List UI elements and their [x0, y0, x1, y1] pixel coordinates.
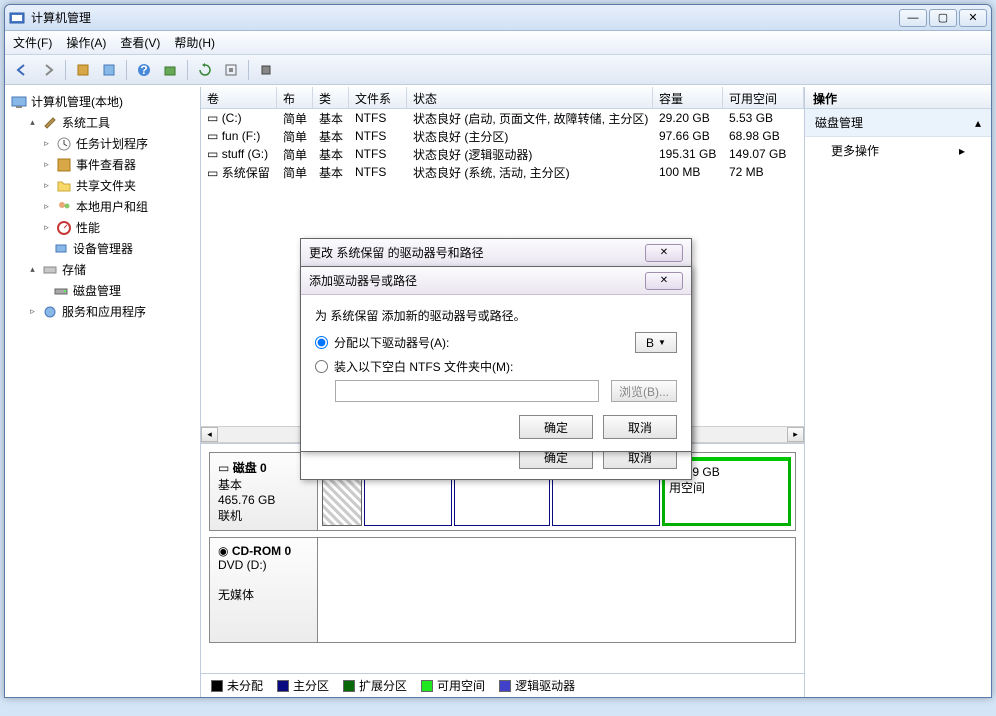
chevron-down-icon: ▼	[658, 338, 666, 347]
window-title: 计算机管理	[31, 9, 899, 26]
table-row[interactable]: ▭ stuff (G:)简单基本NTFS状态良好 (逻辑驱动器)195.31 G…	[201, 145, 804, 163]
col-layout[interactable]: 布局	[277, 87, 313, 108]
browse-button: 浏览(B)...	[611, 380, 677, 402]
actions-panel: 操作 磁盘管理▴ 更多操作▸	[805, 87, 991, 697]
legend: 未分配 主分区 扩展分区 可用空间 逻辑驱动器	[201, 673, 804, 697]
col-free[interactable]: 可用空间	[723, 87, 804, 108]
col-status[interactable]: 状态	[407, 87, 653, 108]
toolbar-icon-1[interactable]	[72, 59, 94, 81]
dialog2-ok-button[interactable]: 确定	[519, 415, 593, 439]
back-button[interactable]	[11, 59, 33, 81]
drive-letter-select[interactable]: B▼	[635, 332, 677, 353]
assign-letter-radio[interactable]	[315, 336, 328, 349]
add-drive-letter-dialog: 添加驱动器号或路径 ✕ 为 系统保留 添加新的驱动器号或路径。 分配以下驱动器号…	[300, 266, 692, 452]
col-fs[interactable]: 文件系统	[349, 87, 407, 108]
help-icon[interactable]: ?	[133, 59, 155, 81]
scroll-right-icon[interactable]: ▸	[787, 427, 804, 442]
close-button[interactable]: ✕	[959, 9, 987, 27]
mount-folder-radio[interactable]	[315, 360, 328, 373]
refresh-icon[interactable]	[194, 59, 216, 81]
chevron-right-icon: ▸	[959, 144, 965, 158]
tree-storage[interactable]: ▴存储	[5, 259, 200, 280]
computer-icon	[11, 94, 27, 110]
caret-right-icon: ▹	[41, 201, 52, 212]
dialog1-close-button[interactable]: ✕	[645, 244, 683, 262]
tree-scheduler[interactable]: ▹任务计划程序	[5, 133, 200, 154]
caret-right-icon: ▹	[41, 222, 52, 233]
dialog1-titlebar[interactable]: 更改 系统保留 的驱动器号和路径 ✕	[301, 239, 691, 267]
svg-text:?: ?	[140, 63, 147, 77]
dialog2-close-button[interactable]: ✕	[645, 272, 683, 290]
users-icon	[56, 199, 72, 215]
col-volume[interactable]: 卷	[201, 87, 277, 108]
drive-icon: ▭	[207, 166, 218, 180]
app-icon	[9, 10, 25, 26]
caret-right-icon: ▹	[41, 180, 52, 191]
event-icon	[56, 157, 72, 173]
device-icon	[53, 241, 69, 257]
volume-list: ▭ (C:)简单基本NTFS状态良好 (启动, 页面文件, 故障转储, 主分区)…	[201, 109, 804, 181]
menu-help[interactable]: 帮助(H)	[174, 34, 215, 51]
toolbar-icon-4[interactable]	[220, 59, 242, 81]
dialog2-cancel-button[interactable]: 取消	[603, 415, 677, 439]
tree-diskmgmt[interactable]: 磁盘管理	[5, 280, 200, 301]
tree-root[interactable]: 计算机管理(本地)	[5, 91, 200, 112]
titlebar[interactable]: 计算机管理 — ▢ ✕	[5, 5, 991, 31]
folder-icon	[56, 178, 72, 194]
toolbar-icon-3[interactable]	[159, 59, 181, 81]
menu-action[interactable]: 操作(A)	[66, 34, 106, 51]
scroll-left-icon[interactable]: ◂	[201, 427, 218, 442]
tree-shared[interactable]: ▹共享文件夹	[5, 175, 200, 196]
cdrom-icon: ◉	[218, 544, 228, 558]
drive-icon: ▭	[207, 129, 218, 143]
caret-down-icon: ▴	[27, 264, 38, 275]
col-capacity[interactable]: 容量	[653, 87, 723, 108]
menu-file[interactable]: 文件(F)	[13, 34, 52, 51]
tree-users[interactable]: ▹本地用户和组	[5, 196, 200, 217]
navigation-tree: 计算机管理(本地) ▴系统工具 ▹任务计划程序 ▹事件查看器 ▹共享文件夹 ▹本…	[5, 87, 201, 697]
maximize-button[interactable]: ▢	[929, 9, 957, 27]
tree-eventviewer[interactable]: ▹事件查看器	[5, 154, 200, 175]
disk-row-cdrom[interactable]: ◉ CD-ROM 0 DVD (D:) 无媒体	[209, 537, 796, 643]
toolbar-icon-5[interactable]	[255, 59, 277, 81]
tree-perf[interactable]: ▹性能	[5, 217, 200, 238]
tree-services[interactable]: ▹服务和应用程序	[5, 301, 200, 322]
caret-right-icon: ▹	[27, 306, 38, 317]
menu-view[interactable]: 查看(V)	[120, 34, 160, 51]
table-row[interactable]: ▭ 系统保留简单基本NTFS状态良好 (系统, 活动, 主分区)100 MB72…	[201, 163, 804, 181]
actions-diskmgmt[interactable]: 磁盘管理▴	[805, 109, 991, 137]
tree-devmgr[interactable]: 设备管理器	[5, 238, 200, 259]
disk-icon	[53, 283, 69, 299]
col-type[interactable]: 类型	[313, 87, 349, 108]
toolbar: ?	[5, 55, 991, 85]
table-row[interactable]: ▭ (C:)简单基本NTFS状态良好 (启动, 页面文件, 故障转储, 主分区)…	[201, 109, 804, 127]
disk-graphical-view: ▭ 磁盘 0 基本 465.76 GB 联机 43.49 GB 用空间	[201, 443, 804, 697]
minimize-button[interactable]: —	[899, 9, 927, 27]
cdrom-header: ◉ CD-ROM 0 DVD (D:) 无媒体	[210, 538, 318, 642]
forward-button[interactable]	[37, 59, 59, 81]
drive-icon: ▭	[207, 111, 218, 125]
menubar: 文件(F) 操作(A) 查看(V) 帮助(H)	[5, 31, 991, 55]
services-icon	[42, 304, 58, 320]
mount-path-input	[335, 380, 599, 402]
actions-header: 操作	[805, 87, 991, 109]
tools-icon	[42, 115, 58, 131]
toolbar-icon-2[interactable]	[98, 59, 120, 81]
table-row[interactable]: ▭ fun (F:)简单基本NTFS状态良好 (主分区)97.66 GB68.9…	[201, 127, 804, 145]
actions-more[interactable]: 更多操作▸	[805, 137, 991, 164]
tree-systools[interactable]: ▴系统工具	[5, 112, 200, 133]
drive-icon: ▭	[207, 147, 218, 161]
caret-right-icon: ▹	[41, 138, 52, 149]
caret-right-icon: ▹	[41, 159, 52, 170]
perf-icon	[56, 220, 72, 236]
clock-icon	[56, 136, 72, 152]
caret-down-icon: ▴	[27, 117, 38, 128]
chevron-up-icon: ▴	[975, 116, 981, 130]
list-header: 卷 布局 类型 文件系统 状态 容量 可用空间	[201, 87, 804, 109]
disk-icon: ▭	[218, 461, 229, 475]
dialog2-titlebar[interactable]: 添加驱动器号或路径 ✕	[301, 267, 691, 295]
storage-icon	[42, 262, 58, 278]
dialog-prompt: 为 系统保留 添加新的驱动器号或路径。	[315, 307, 677, 324]
